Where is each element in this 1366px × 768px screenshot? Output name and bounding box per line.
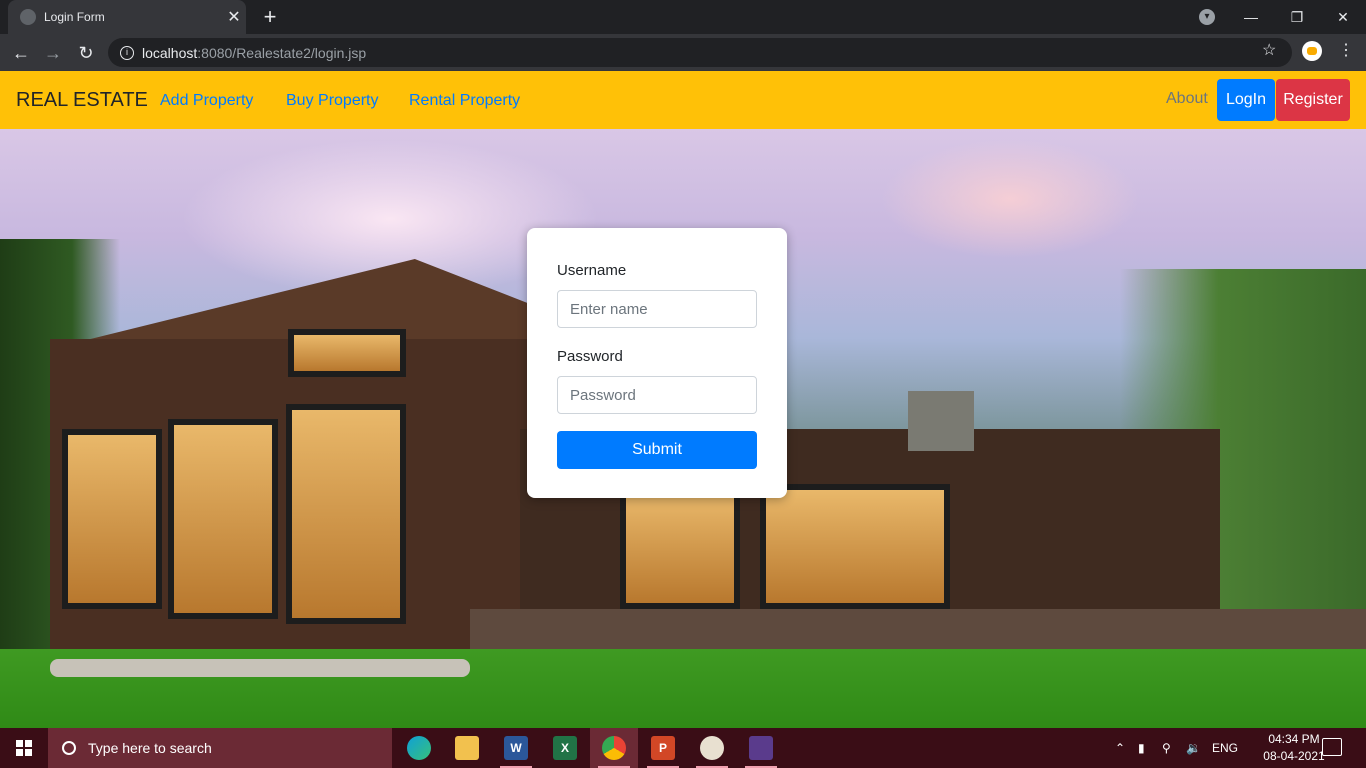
taskbar-search-placeholder: Type here to search: [88, 740, 212, 756]
page-viewport: REAL ESTATE Add Property Buy Property Re…: [0, 71, 1366, 728]
edge-icon[interactable]: [395, 728, 443, 768]
taskbar-search[interactable]: Type here to search: [48, 728, 392, 768]
gravel-border: [50, 659, 470, 677]
house-window: [62, 429, 162, 609]
browser-tab-strip: Login Form ✕ + ▾ — ❐ ✕: [0, 0, 1366, 34]
bookmark-star-icon[interactable]: ☆: [1262, 40, 1276, 60]
search-icon: [62, 741, 76, 755]
extension-icon[interactable]: [1302, 41, 1322, 61]
windows-taskbar: Type here to search W X P ⌃ ▮ ⚲ 🔉 ENG 04…: [0, 728, 1366, 768]
register-button[interactable]: Register: [1276, 79, 1350, 121]
clock-time: 04:34 PM: [1268, 732, 1320, 746]
tab-close-icon[interactable]: ✕: [222, 7, 246, 27]
app-icon[interactable]: [737, 728, 785, 768]
paint-icon[interactable]: [688, 728, 736, 768]
login-card: Username Password Submit: [527, 228, 787, 498]
house-deck: [470, 609, 1366, 649]
browser-tab[interactable]: Login Form ✕: [8, 0, 246, 34]
password-input[interactable]: [557, 376, 757, 414]
house-window: [620, 489, 740, 609]
username-label: Username: [557, 262, 627, 279]
house-window: [168, 419, 278, 619]
restore-button[interactable]: ❐: [1274, 0, 1320, 34]
chrome-icon[interactable]: [590, 728, 638, 768]
clock-date: 08-04-2021: [1263, 749, 1325, 763]
system-clock[interactable]: 04:34 PM 08-04-2021: [1256, 731, 1332, 765]
network-icon[interactable]: ⚲: [1162, 728, 1171, 768]
house-window: [288, 329, 406, 377]
new-tab-button[interactable]: +: [258, 4, 282, 30]
login-button[interactable]: LogIn: [1217, 79, 1275, 121]
language-indicator[interactable]: ENG: [1212, 728, 1238, 768]
username-input[interactable]: [557, 290, 757, 328]
address-bar[interactable]: i localhost:8080/Realestate2/login.jsp: [108, 38, 1292, 67]
minimize-button[interactable]: —: [1228, 0, 1274, 34]
nav-rental-property[interactable]: Rental Property: [409, 92, 520, 110]
reload-icon[interactable]: ↻: [73, 40, 99, 66]
url-host: localhost: [142, 44, 198, 61]
tab-title: Login Form: [44, 10, 105, 24]
powerpoint-icon[interactable]: P: [639, 728, 687, 768]
nav-buy-property[interactable]: Buy Property: [286, 92, 378, 110]
file-explorer-icon[interactable]: [443, 728, 491, 768]
forward-icon[interactable]: →: [40, 40, 66, 66]
close-window-button[interactable]: ✕: [1320, 0, 1366, 34]
browser-toolbar: ← → ↻ i localhost:8080/Realestate2/login…: [0, 34, 1366, 71]
browser-menu-icon[interactable]: ⋮: [1338, 40, 1354, 60]
show-hidden-icons[interactable]: ⌃: [1115, 728, 1125, 768]
password-label: Password: [557, 348, 623, 365]
word-icon[interactable]: W: [492, 728, 540, 768]
submit-button[interactable]: Submit: [557, 431, 757, 469]
url-path: :8080/Realestate2/login.jsp: [197, 44, 367, 61]
nav-about[interactable]: About: [1166, 90, 1208, 108]
house-window: [760, 484, 950, 609]
site-info-icon[interactable]: i: [120, 45, 134, 60]
windows-logo-icon: [16, 740, 32, 756]
excel-icon[interactable]: X: [541, 728, 589, 768]
start-button[interactable]: [0, 728, 48, 768]
tab-search-icon[interactable]: ▾: [1199, 9, 1215, 25]
volume-icon[interactable]: 🔉: [1186, 728, 1201, 768]
battery-icon[interactable]: ▮: [1138, 728, 1145, 768]
house-chimney: [908, 391, 974, 451]
site-navbar: REAL ESTATE Add Property Buy Property Re…: [0, 71, 1366, 129]
sky-glow-right: [880, 139, 1140, 259]
house-window: [286, 404, 406, 624]
nav-add-property[interactable]: Add Property: [160, 92, 253, 110]
notification-icon[interactable]: [1322, 738, 1342, 756]
brand-logo[interactable]: REAL ESTATE: [16, 89, 148, 112]
globe-icon: [20, 9, 36, 25]
back-icon[interactable]: ←: [8, 40, 34, 66]
